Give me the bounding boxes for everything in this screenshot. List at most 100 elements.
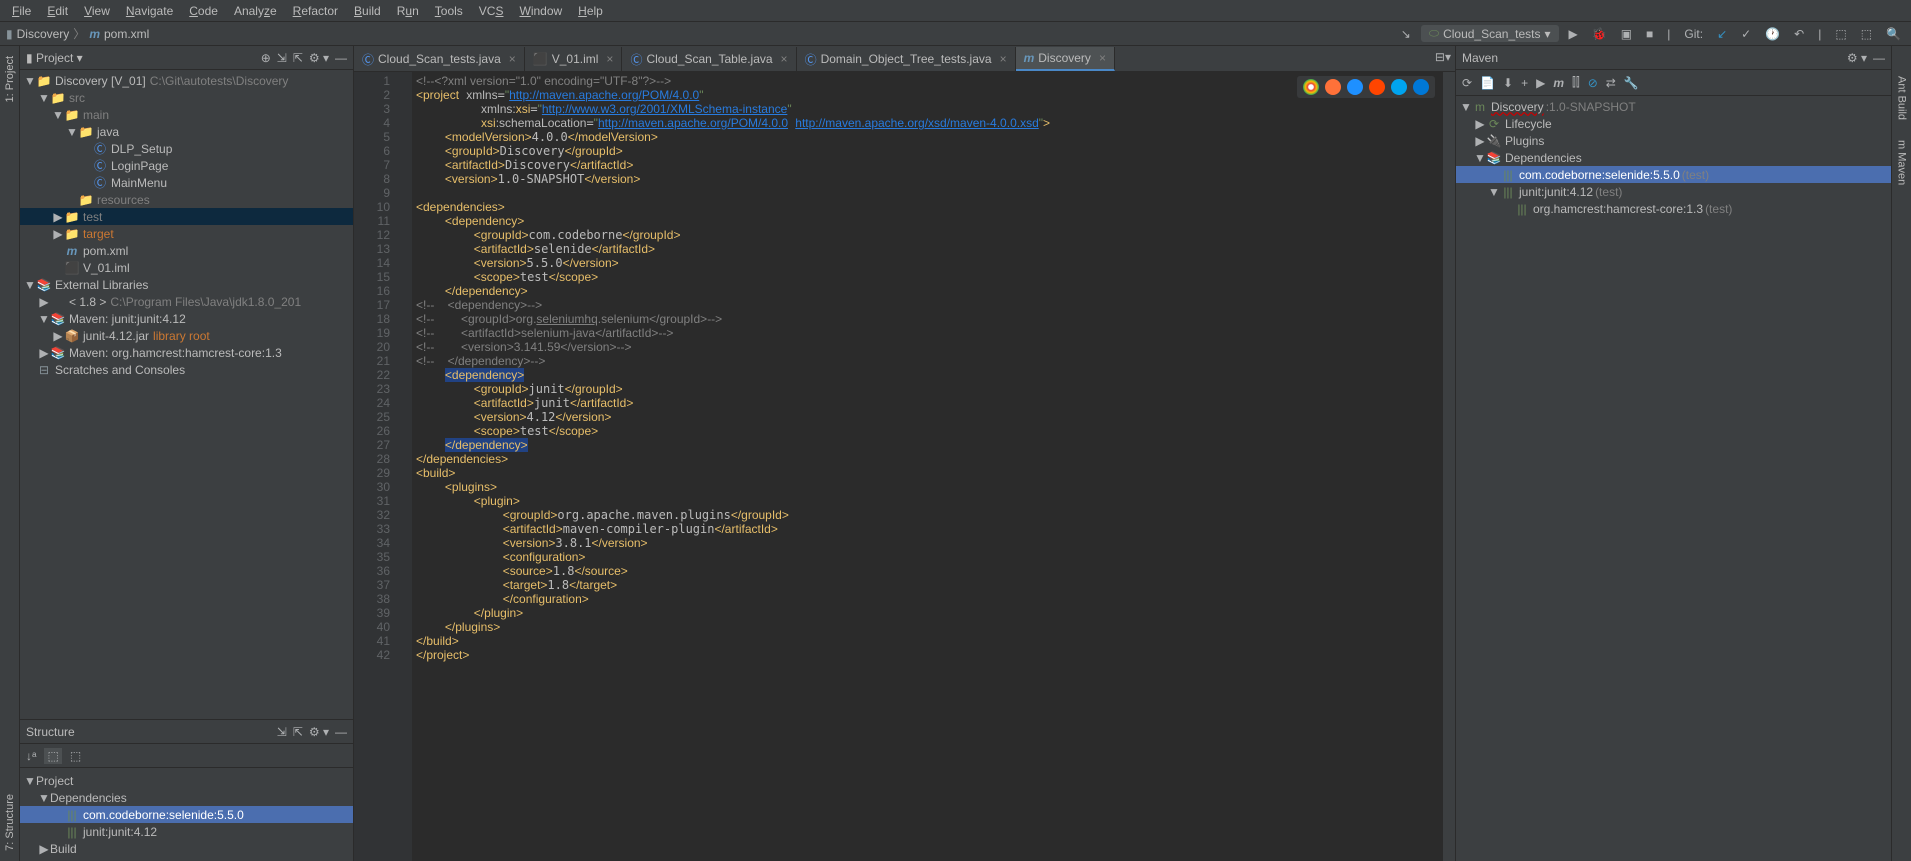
close-tab-icon[interactable]: × <box>1000 52 1007 66</box>
editor-scrollbar[interactable] <box>1443 72 1455 861</box>
reimport-icon[interactable]: ⟳ <box>1462 76 1472 90</box>
menu-file[interactable]: File <box>4 2 39 20</box>
project-tree[interactable]: ▼📁Discovery [V_01]C:\Git\autotests\Disco… <box>20 70 353 719</box>
menu-edit[interactable]: Edit <box>39 2 76 20</box>
project-tree-item[interactable]: ⊟Scratches and Consoles <box>20 361 353 378</box>
add-maven-project-icon[interactable]: + <box>1521 76 1528 90</box>
editor-tab[interactable]: mDiscovery× <box>1016 47 1115 71</box>
search-everywhere-icon[interactable]: 🔍 <box>1882 25 1905 43</box>
structure-tree[interactable]: ▼Project▼Dependencies|||com.codeborne:se… <box>20 768 353 861</box>
project-tree-item[interactable]: ▶📚Maven: org.hamcrest:hamcrest-core:1.3 <box>20 344 353 361</box>
opera-icon[interactable] <box>1369 79 1385 95</box>
run-maven-build-icon[interactable]: ▶ <box>1536 76 1545 90</box>
settings-icon[interactable]: ⚙ ▾ <box>309 725 329 739</box>
project-tree-item[interactable]: ▼📁java <box>20 123 353 140</box>
maven-tree-item[interactable]: ▶⟳Lifecycle <box>1456 115 1891 132</box>
chrome-icon[interactable] <box>1303 79 1319 95</box>
safari-icon[interactable] <box>1347 79 1363 95</box>
collapse-icon[interactable]: ⇲ <box>277 725 287 739</box>
project-tree-item[interactable]: 📁resources <box>20 191 353 208</box>
project-view-selector[interactable]: ▮ Project ▾ <box>26 51 83 65</box>
maven-tool-button[interactable]: m Maven <box>1896 140 1908 185</box>
maven-tree-item[interactable]: |||org.hamcrest:hamcrest-core:1.3(test) <box>1456 200 1891 217</box>
toggle-offline-icon[interactable]: ⫿⫿ <box>1572 75 1580 90</box>
stop-button[interactable]: ■ <box>1642 25 1657 43</box>
maven-tree-item[interactable]: ▼mDiscovery:1.0-SNAPSHOT <box>1456 98 1891 115</box>
hide-icon[interactable]: — <box>1873 51 1885 65</box>
menu-view[interactable]: View <box>76 2 118 20</box>
vcs-commit-icon[interactable]: ✓ <box>1737 25 1755 43</box>
ant-build-tool-button[interactable]: Ant Build <box>1896 76 1908 120</box>
expand-all-icon[interactable]: ⇱ <box>293 51 303 65</box>
download-sources-icon[interactable]: ⬇ <box>1503 76 1513 90</box>
close-tab-icon[interactable]: × <box>509 52 516 66</box>
project-tree-item[interactable]: ▶📁test <box>20 208 353 225</box>
project-tree-item[interactable]: ⒸMainMenu <box>20 174 353 191</box>
structure-tree-item[interactable]: ▶Build <box>20 840 353 857</box>
menu-analyze[interactable]: Analyze <box>226 2 285 20</box>
collapse-all-icon[interactable]: ⇲ <box>277 51 287 65</box>
project-tree-item[interactable]: ▼📁src <box>20 89 353 106</box>
settings-icon[interactable]: ⬚ <box>1831 25 1850 43</box>
close-tab-icon[interactable]: × <box>1099 51 1106 65</box>
show-dependencies-icon[interactable]: ⇄ <box>1606 76 1616 90</box>
maven-tree-item[interactable]: ▶🔌Plugins <box>1456 132 1891 149</box>
coverage-button[interactable]: ▣ <box>1617 25 1636 43</box>
project-tree-item[interactable]: ▶📦junit-4.12.jarlibrary root <box>20 327 353 344</box>
maven-tree-item[interactable]: ▼📚Dependencies <box>1456 149 1891 166</box>
maven-m-icon[interactable]: m <box>1553 76 1564 90</box>
tab-overflow-icon[interactable]: ⊟▾ <box>1435 50 1451 64</box>
menu-build[interactable]: Build <box>346 2 389 20</box>
menu-refactor[interactable]: Refactor <box>285 2 346 20</box>
expand-icon[interactable]: ⇱ <box>293 725 303 739</box>
menu-run[interactable]: Run <box>389 2 427 20</box>
ie-icon[interactable] <box>1391 79 1407 95</box>
project-tree-item[interactable]: ▶< 1.8 >C:\Program Files\Java\jdk1.8.0_2… <box>20 293 353 310</box>
menu-tools[interactable]: Tools <box>427 2 471 20</box>
structure-tree-item[interactable]: ▼Dependencies <box>20 789 353 806</box>
project-tree-item[interactable]: ⒸLoginPage <box>20 157 353 174</box>
project-tree-item[interactable]: ▼📁main <box>20 106 353 123</box>
generate-sources-icon[interactable]: 📄 <box>1480 76 1495 90</box>
run-configuration-selector[interactable]: ⬭ Cloud_Scan_tests ▾ <box>1421 25 1559 42</box>
hide-icon[interactable]: — <box>335 725 347 739</box>
menu-vcs[interactable]: VCS <box>471 2 512 20</box>
debug-button[interactable]: 🐞 <box>1588 25 1611 43</box>
locate-icon[interactable]: ⊕ <box>261 51 271 65</box>
settings-gear-icon[interactable]: ⚙ ▾ <box>309 51 329 65</box>
menu-help[interactable]: Help <box>570 2 611 20</box>
run-button[interactable]: ▶ <box>1565 25 1582 43</box>
editor-tab[interactable]: ⒸCloud_Scan_Table.java× <box>622 47 796 71</box>
hide-panel-icon[interactable]: — <box>335 51 347 65</box>
fold-gutter[interactable] <box>398 72 412 861</box>
maven-settings-icon[interactable]: 🔧 <box>1624 76 1639 90</box>
breadcrumb-file[interactable]: pom.xml <box>104 27 149 41</box>
menu-window[interactable]: Window <box>511 2 570 20</box>
menu-navigate[interactable]: Navigate <box>118 2 181 20</box>
close-tab-icon[interactable]: × <box>781 52 788 66</box>
project-tree-item[interactable]: ▼📚Maven: junit:junit:4.12 <box>20 310 353 327</box>
editor-body[interactable]: 1234567891011121314151617181920212223242… <box>354 72 1455 861</box>
project-tree-item[interactable]: ⬛V_01.iml <box>20 259 353 276</box>
structure-tool-button[interactable]: 7: Structure <box>4 794 16 851</box>
project-tree-item[interactable]: ▼📚External Libraries <box>20 276 353 293</box>
vcs-rollback-icon[interactable]: ↶ <box>1790 25 1808 43</box>
sort-icon[interactable]: ↓ᵃ <box>26 749 36 763</box>
editor-tab[interactable]: ⒸDomain_Object_Tree_tests.java× <box>797 47 1016 71</box>
toggle-skip-tests-icon[interactable]: ⊘ <box>1588 76 1598 90</box>
structure-tree-item[interactable]: |||com.codeborne:selenide:5.5.0 <box>20 806 353 823</box>
project-tool-button[interactable]: 1: Project <box>4 56 16 102</box>
close-tab-icon[interactable]: × <box>606 52 613 66</box>
maven-tree-item[interactable]: ▼|||junit:junit:4.12(test) <box>1456 183 1891 200</box>
vcs-history-icon[interactable]: 🕐 <box>1761 25 1784 43</box>
menu-code[interactable]: Code <box>181 2 226 20</box>
build-icon[interactable]: ↘ <box>1397 25 1415 43</box>
breadcrumb-project[interactable]: Discovery <box>17 27 70 41</box>
structure-tree-item[interactable]: |||junit:junit:4.12 <box>20 823 353 840</box>
code-editor[interactable]: <!--<?xml version="1.0" encoding="UTF-8"… <box>412 72 1443 861</box>
project-tree-item[interactable]: mpom.xml <box>20 242 353 259</box>
filter-icon[interactable]: ⬚ <box>44 748 61 764</box>
editor-tab[interactable]: ⒸCloud_Scan_tests.java× <box>354 47 525 71</box>
structure-tree-item[interactable]: ▼Project <box>20 772 353 789</box>
vcs-update-icon[interactable]: ↙ <box>1713 25 1731 43</box>
